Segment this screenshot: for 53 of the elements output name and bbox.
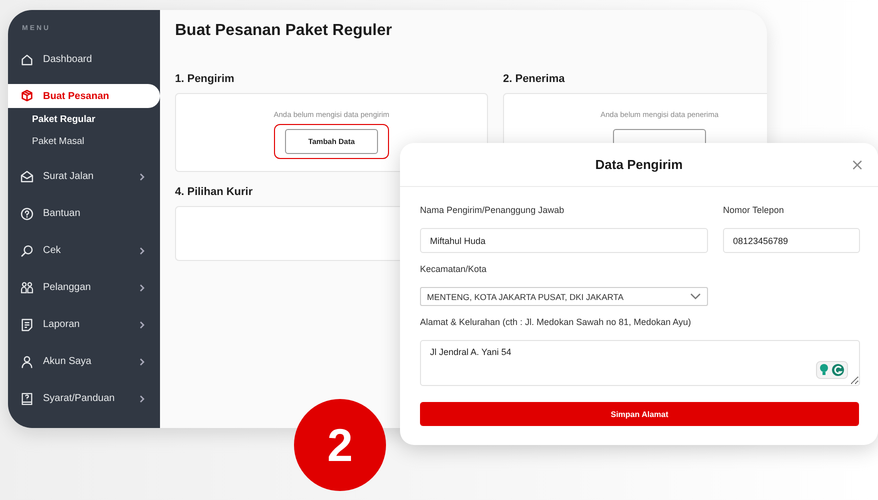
envelope-icon — [20, 170, 34, 184]
text-field[interactable]: 08123456789 — [723, 228, 860, 253]
section-heading: 1. Pengirim — [175, 73, 236, 85]
chevron-icon — [138, 358, 146, 366]
text-field[interactable]: Miftahul Huda — [420, 228, 708, 253]
sidebar-label: Syarat/Panduan — [43, 393, 116, 404]
sidebar-item[interactable]: Syarat/Panduan — [8, 380, 160, 417]
sidebar-label: Akun Saya — [43, 356, 92, 367]
user-icon — [20, 354, 34, 368]
search-icon — [20, 244, 34, 258]
field-label: Alamat & Kelurahan (cth : Jl. Medokan Sawah no 81, Medokan Ayu) — [420, 316, 692, 329]
book-icon — [20, 392, 34, 406]
sidebar-label: Surat Jalan — [43, 171, 95, 182]
home-icon — [20, 52, 34, 66]
section-heading: 2. Penerima — [503, 73, 566, 85]
document-icon — [20, 318, 34, 332]
sidebar-item[interactable]: Laporan — [8, 306, 160, 343]
sidebar-item[interactable]: Bantuan — [8, 195, 160, 232]
chevron-icon — [138, 246, 146, 254]
address-field[interactable]: Jl Jendral A. Yani 54 — [420, 340, 860, 386]
sidebar-item[interactable]: Pelanggan — [8, 269, 160, 306]
help-icon — [20, 206, 34, 220]
section-heading: 4. Pilihan Kurir — [175, 186, 254, 198]
dialog-title: Data Pengirim — [595, 157, 683, 172]
sidebar-label: Pelanggan — [43, 282, 92, 293]
sidebar-item[interactable]: Dashboard — [8, 41, 160, 78]
save-button[interactable]: Simpan Alamat — [420, 402, 859, 426]
sidebar-label: Bantuan — [43, 208, 82, 219]
sidebar-label: Buat Pesanan — [43, 90, 110, 102]
sidebar-item[interactable]: Cek — [8, 232, 160, 269]
users-icon — [20, 280, 34, 294]
sidebar-item[interactable]: Surat Jalan — [8, 158, 160, 195]
sidebar-label: Cek — [43, 245, 62, 256]
submenu-item[interactable]: Paket Regular — [8, 108, 160, 130]
page-title: Buat Pesanan Paket Reguler — [175, 21, 393, 41]
chevron-icon — [138, 172, 146, 180]
box-icon — [20, 89, 34, 103]
field-label: Kecamatan/Kota — [420, 263, 488, 276]
field-label: Nama Pengirim/Penanggung Jawab — [420, 204, 566, 217]
chevron-down-icon — [690, 293, 701, 300]
sidebar-label: Dashboard — [43, 54, 93, 65]
field-label: Nomor Telepon — [723, 204, 785, 217]
sidebar-item[interactable]: Buat Pesanan — [8, 84, 160, 108]
chevron-icon — [138, 320, 146, 328]
assistant-icons — [816, 361, 848, 379]
chevron-icon — [138, 284, 146, 292]
step-badge: 2 — [294, 399, 386, 491]
chevron-icon — [138, 394, 146, 402]
submenu-item[interactable]: Paket Masal — [8, 130, 160, 152]
close-button[interactable]: × — [846, 158, 868, 172]
sidebar-label: Laporan — [43, 319, 81, 330]
district-select[interactable]: MENTENG, KOTA JAKARTA PUSAT, DKI JAKARTA — [420, 287, 708, 306]
sidebar-item[interactable]: Akun Saya — [8, 343, 160, 380]
